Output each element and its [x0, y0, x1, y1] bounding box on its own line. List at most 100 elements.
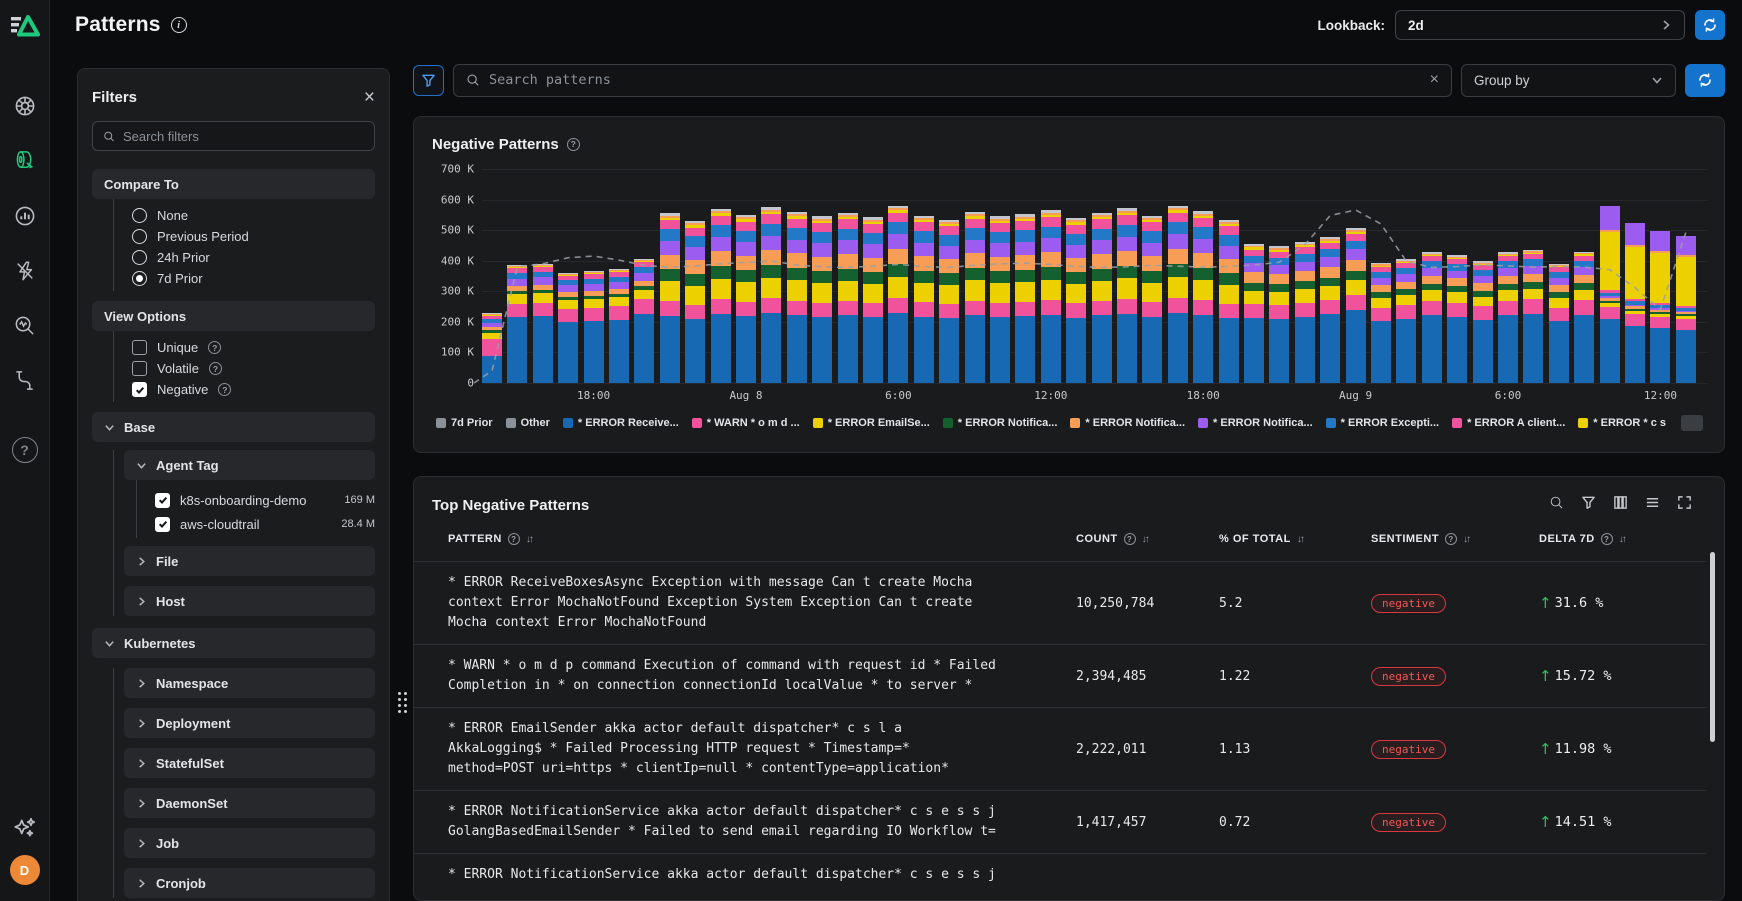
refresh-patterns-button[interactable] [1685, 64, 1725, 97]
column-header-sentiment[interactable]: SENTIMENT?↓↑ [1371, 533, 1539, 545]
sort-icon[interactable]: ↓↑ [526, 534, 532, 545]
table-row[interactable]: * ERROR NotificationService akka actor d… [414, 854, 1706, 896]
clear-search-icon[interactable]: × [1430, 71, 1439, 89]
panel-resize-handle[interactable] [398, 692, 408, 730]
help-icon[interactable]: ? [508, 533, 520, 545]
column-header-pattern[interactable]: PATTERN?↓↑ [448, 533, 1076, 545]
events-icon[interactable] [0, 243, 50, 298]
lookback-select[interactable]: 2d [1395, 10, 1685, 40]
table-row[interactable]: * WARN * o m d p command Execution of co… [414, 645, 1706, 708]
agent-tag-section[interactable]: Agent Tag [124, 450, 375, 480]
table-row[interactable]: * ERROR ReceiveBoxesAsync Exception with… [414, 562, 1706, 645]
radio-previous-period[interactable]: Previous Period [132, 226, 375, 247]
refresh-button[interactable] [1695, 10, 1725, 40]
pattern-search-input[interactable] [489, 72, 1421, 88]
daemonset-section[interactable]: DaemonSet [124, 788, 375, 818]
agent-tag-aws-cloudtrail[interactable]: aws-cloudtrail 28.4 M [155, 512, 375, 536]
filters-search-input[interactable] [123, 129, 364, 144]
legend-item[interactable]: * ERROR A client... [1452, 417, 1565, 429]
namespace-section[interactable]: Namespace [124, 668, 375, 698]
legend-item[interactable]: * ERROR Notifica... [1198, 417, 1313, 429]
pattern-search[interactable]: × [453, 64, 1452, 97]
logs-icon[interactable] [0, 133, 50, 188]
table-columns-icon[interactable] [1613, 495, 1628, 515]
legend-item[interactable]: * ERROR EmailSe... [813, 417, 930, 429]
table-row[interactable]: * ERROR NotificationService akka actor d… [414, 791, 1706, 854]
base-section[interactable]: Base [92, 412, 375, 442]
sentiment-cell: negative [1371, 594, 1539, 613]
kubernetes-section[interactable]: Kubernetes [92, 628, 375, 658]
ai-sparkle-icon[interactable] [0, 800, 50, 855]
count-cell: 2,222,011 [1076, 742, 1219, 757]
checkbox-volatile[interactable]: Volatile? [132, 358, 375, 379]
tag-count: 169 M [344, 494, 375, 506]
help-icon[interactable]: ? [1124, 533, 1136, 545]
table-expand-icon[interactable] [1677, 495, 1692, 515]
help-icon[interactable]: ? [567, 138, 580, 151]
radio-24h-prior[interactable]: 24h Prior [132, 247, 375, 268]
filter-toggle-button[interactable] [413, 65, 444, 96]
job-section[interactable]: Job [124, 828, 375, 858]
agent-tag-k8s-onboarding-demo[interactable]: k8s-onboarding-demo 169 M [155, 488, 375, 512]
page-title: Patterns [75, 13, 161, 37]
legend-item[interactable]: * ERROR Notifica... [1070, 417, 1185, 429]
chevron-down-icon [104, 422, 115, 433]
log-search-icon[interactable] [0, 298, 50, 353]
sort-icon[interactable]: ↓↑ [1463, 534, 1469, 545]
pipelines-icon[interactable] [0, 353, 50, 408]
edge-delta-logo[interactable] [0, 0, 50, 50]
arrow-up-icon: ↑ [1539, 667, 1552, 685]
legend-item[interactable]: * ERROR Notifica... [943, 417, 1058, 429]
radio-7d-prior[interactable]: 7d Prior [132, 268, 375, 289]
column-header-pct-of-total[interactable]: % OF TOTAL↓↑ [1219, 533, 1371, 545]
kubernetes-children: Namespace Deployment StatefulSet DaemonS… [113, 668, 375, 898]
help-icon[interactable]: ? [209, 362, 222, 375]
pct-cell: 1.22 [1219, 669, 1371, 684]
table-search-icon[interactable] [1549, 495, 1564, 515]
chart-legend: 7d Prior Other * ERROR Receive... * WARN * … [432, 415, 1706, 431]
cronjob-section[interactable]: Cronjob [124, 868, 375, 898]
legend-item[interactable]: 7d Prior [436, 417, 493, 429]
column-header-count[interactable]: COUNT?↓↑ [1076, 533, 1219, 545]
kubernetes-icon[interactable] [0, 78, 50, 133]
legend-item[interactable]: * WARN * o m d ... [692, 417, 800, 429]
table-row[interactable]: * ERROR EmailSender akka actor default d… [414, 708, 1706, 791]
table-filter-icon[interactable] [1581, 495, 1596, 515]
arrow-up-icon: ↑ [1539, 594, 1552, 612]
help-icon[interactable]: ? [218, 383, 231, 396]
checkbox-unique[interactable]: Unique? [132, 337, 375, 358]
file-section[interactable]: File [124, 546, 375, 576]
table-density-icon[interactable] [1645, 495, 1660, 515]
top-negative-patterns-panel: Top Negative Patterns PATTERN?↓↑ COUNT?↓… [413, 476, 1725, 901]
help-icon[interactable]: ? [1445, 533, 1457, 545]
legend-item[interactable]: * ERROR Excepti... [1326, 417, 1439, 429]
sort-icon[interactable]: ↓↑ [1297, 534, 1303, 545]
statefulset-section[interactable]: StatefulSet [124, 748, 375, 778]
legend-item[interactable]: * ERROR Receive... [563, 417, 679, 429]
legend-overflow[interactable] [1681, 415, 1703, 431]
legend-item[interactable]: Other [506, 417, 550, 429]
filters-search[interactable] [92, 121, 375, 151]
close-icon[interactable]: × [364, 88, 375, 107]
help-icon[interactable]: ? [0, 422, 50, 477]
host-section[interactable]: Host [124, 586, 375, 616]
lookback-label: Lookback: [1317, 18, 1385, 33]
deployment-section[interactable]: Deployment [124, 708, 375, 738]
group-by-select[interactable]: Group by [1461, 64, 1676, 97]
help-icon[interactable]: ? [208, 341, 221, 354]
column-header-delta-7d[interactable]: DELTA 7D?↓↑ [1539, 533, 1706, 545]
chart-plot[interactable] [482, 169, 1708, 383]
radio-none[interactable]: None [132, 205, 375, 226]
user-avatar[interactable]: D [10, 855, 40, 885]
info-icon[interactable]: i [171, 17, 187, 33]
metrics-icon[interactable] [0, 188, 50, 243]
sort-icon[interactable]: ↓↑ [1619, 534, 1625, 545]
checkbox-negative[interactable]: Negative? [132, 379, 375, 400]
chevron-right-icon [136, 596, 147, 607]
table-scrollbar[interactable] [1710, 552, 1715, 742]
help-icon[interactable]: ? [1601, 533, 1613, 545]
chevron-right-icon [136, 798, 147, 809]
comparison-line-7d-prior [482, 169, 1708, 383]
sort-icon[interactable]: ↓↑ [1142, 534, 1148, 545]
legend-item[interactable]: * ERROR * c s [1578, 417, 1666, 429]
